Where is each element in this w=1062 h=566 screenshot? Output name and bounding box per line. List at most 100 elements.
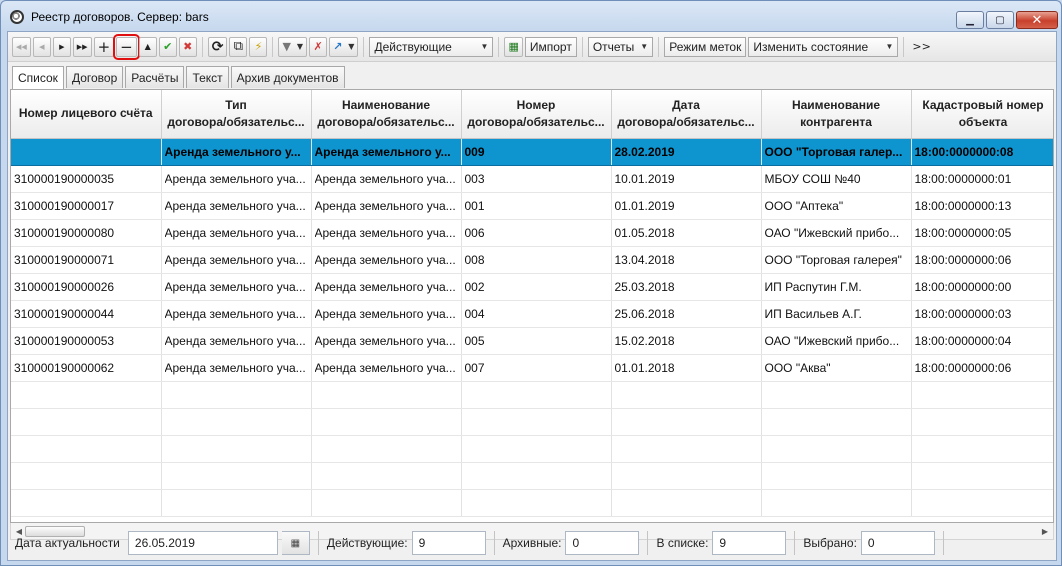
- goto-button[interactable]: ↗ ▼: [329, 36, 359, 57]
- table-cell[interactable]: 310000190000026: [11, 273, 162, 301]
- column-header[interactable]: Наименование контрагента: [761, 90, 912, 139]
- table-cell[interactable]: 18:00:0000000:00: [911, 273, 1053, 301]
- status-filter-select[interactable]: Действующие ▼: [369, 36, 494, 57]
- table-row[interactable]: 310000190000026 Аренда земельного уча... А…: [11, 273, 1053, 301]
- tab-list[interactable]: Список: [12, 66, 64, 89]
- table-cell[interactable]: Аренда земельного у...: [311, 137, 462, 166]
- table-cell[interactable]: 28.02.2019: [611, 137, 762, 166]
- table-cell[interactable]: Аренда земельного уча...: [311, 165, 462, 193]
- table-cell[interactable]: Аренда земельного уча...: [311, 273, 462, 301]
- table-cell[interactable]: 001: [461, 192, 612, 220]
- table-cell[interactable]: 18:00:0000000:06: [911, 354, 1053, 382]
- add-record-button[interactable]: +: [93, 36, 115, 57]
- table-cell[interactable]: Аренда земельного уча...: [311, 354, 462, 382]
- table-row[interactable]: 310000190000044 Аренда земельного уча... А…: [11, 300, 1053, 328]
- table-row[interactable]: 310000190000071 Аренда земельного уча... А…: [11, 246, 1053, 274]
- tab-archive[interactable]: Архив документов: [230, 66, 345, 88]
- table-cell[interactable]: ИП Распутин Г.М.: [761, 273, 912, 301]
- table-cell[interactable]: 005: [461, 327, 612, 355]
- table-cell[interactable]: 01.05.2018: [611, 219, 762, 247]
- date-field[interactable]: 26.05.2019: [127, 531, 278, 555]
- table-row[interactable]: 310000190000062 Аренда земельного уча... А…: [11, 354, 1053, 382]
- table-cell[interactable]: 003: [461, 165, 612, 193]
- column-header[interactable]: Тип договора/обязательс...: [161, 90, 312, 139]
- table-cell[interactable]: Аренда земельного уча...: [161, 165, 312, 193]
- table-cell[interactable]: 18:00:0000000:05: [911, 219, 1053, 247]
- table-cell[interactable]: 009: [461, 137, 612, 166]
- column-header[interactable]: Наименование договора/обязательс...: [311, 90, 462, 139]
- table-cell[interactable]: 310000190000017: [11, 192, 162, 220]
- table-cell[interactable]: 18:00:0000000:08: [911, 137, 1053, 166]
- table-cell[interactable]: ОАО "Ижевский прибо...: [761, 219, 912, 247]
- column-header[interactable]: Дата договора/обязательс...: [611, 90, 762, 139]
- table-cell[interactable]: 310000190000044: [11, 300, 162, 328]
- apply-button[interactable]: ✔: [158, 36, 177, 57]
- table-cell[interactable]: 18:00:0000000:03: [911, 300, 1053, 328]
- column-header[interactable]: Номер лицевого счёта: [11, 90, 162, 139]
- table-cell[interactable]: 310000190000080: [11, 219, 162, 247]
- import-icon-button[interactable]: ▦: [504, 36, 523, 57]
- table-cell[interactable]: 008: [461, 246, 612, 274]
- table-cell[interactable]: 25.03.2018: [611, 273, 762, 301]
- table-row[interactable]: 310000190000035 Аренда земельного уча... А…: [11, 165, 1053, 193]
- table-cell[interactable]: Аренда земельного уча...: [161, 354, 312, 382]
- table-cell[interactable]: Аренда земельного уча...: [311, 192, 462, 220]
- table-row[interactable]: Аренда земельного у... Аренда земельного …: [11, 137, 1053, 166]
- close-button[interactable]: ✕: [1016, 11, 1058, 29]
- table-row[interactable]: 310000190000053 Аренда земельного уча... А…: [11, 327, 1053, 355]
- refresh-button[interactable]: ⟳: [207, 36, 228, 57]
- tag-mode-button[interactable]: Режим меток: [664, 36, 747, 57]
- table-cell[interactable]: 01.01.2018: [611, 354, 762, 382]
- table-cell[interactable]: 310000190000053: [11, 327, 162, 355]
- table-cell[interactable]: Аренда земельного уча...: [311, 219, 462, 247]
- table-cell[interactable]: Аренда земельного уча...: [311, 246, 462, 274]
- table-cell[interactable]: Аренда земельного уча...: [161, 246, 312, 274]
- table-cell[interactable]: Аренда земельного уча...: [161, 273, 312, 301]
- maximize-button[interactable]: ▢: [986, 11, 1014, 29]
- table-cell[interactable]: 002: [461, 273, 612, 301]
- table-row[interactable]: 310000190000017 Аренда земельного уча... А…: [11, 192, 1053, 220]
- delete-record-button[interactable]: −: [113, 33, 140, 60]
- copy-button[interactable]: ⧉: [229, 36, 248, 57]
- table-cell[interactable]: Аренда земельного уча...: [161, 192, 312, 220]
- export-button[interactable]: ⚡: [249, 36, 268, 57]
- table-cell[interactable]: 006: [461, 219, 612, 247]
- table-cell[interactable]: 310000190000035: [11, 165, 162, 193]
- table-cell[interactable]: Аренда земельного уча...: [161, 219, 312, 247]
- tab-text[interactable]: Текст: [186, 66, 229, 88]
- table-cell[interactable]: ООО "Торговая галер...: [761, 137, 912, 166]
- table-cell[interactable]: Аренда земельного уча...: [161, 300, 312, 328]
- table-cell[interactable]: 18:00:0000000:13: [911, 192, 1053, 220]
- move-up-button[interactable]: ▲: [138, 36, 157, 57]
- last-record-button[interactable]: ▶▶: [72, 36, 92, 57]
- title-bar[interactable]: Реестр договоров. Сервер: bars ▁ ▢ ✕: [1, 1, 1061, 31]
- minimize-button[interactable]: ▁: [956, 11, 984, 29]
- change-state-menu[interactable]: Изменить состояние ▼: [748, 36, 899, 57]
- column-header[interactable]: Номер договора/обязательс...: [461, 90, 612, 139]
- table-cell[interactable]: 13.04.2018: [611, 246, 762, 274]
- filter-button[interactable]: ▼ ▼: [278, 36, 308, 57]
- table-cell[interactable]: Аренда земельного уча...: [161, 327, 312, 355]
- column-header[interactable]: Кадастровый номер объекта: [911, 90, 1053, 139]
- table-cell[interactable]: ООО "Торговая галерея": [761, 246, 912, 274]
- table-cell[interactable]: ИП Васильев А.Г.: [761, 300, 912, 328]
- calendar-button[interactable]: ▦: [281, 531, 310, 555]
- table-cell[interactable]: [11, 137, 162, 166]
- table-row[interactable]: 310000190000080 Аренда земельного уча... А…: [11, 219, 1053, 247]
- table-cell[interactable]: ООО "Аптека": [761, 192, 912, 220]
- clear-filter-button[interactable]: ✗: [309, 36, 328, 57]
- table-cell[interactable]: 25.06.2018: [611, 300, 762, 328]
- tab-contract[interactable]: Договор: [65, 66, 124, 88]
- table-cell[interactable]: 18:00:0000000:01: [911, 165, 1053, 193]
- reports-menu[interactable]: Отчеты ▼: [587, 36, 654, 57]
- first-record-button[interactable]: ◀◀: [12, 36, 31, 57]
- next-record-button[interactable]: ▶: [52, 36, 71, 57]
- table-cell[interactable]: 10.01.2019: [611, 165, 762, 193]
- overflow-button[interactable]: >>: [909, 37, 933, 57]
- table-cell[interactable]: 310000190000062: [11, 354, 162, 382]
- table-cell[interactable]: Аренда земельного уча...: [311, 300, 462, 328]
- table-cell[interactable]: 01.01.2019: [611, 192, 762, 220]
- table-cell[interactable]: 004: [461, 300, 612, 328]
- table-cell[interactable]: Аренда земельного уча...: [311, 327, 462, 355]
- table-cell[interactable]: 18:00:0000000:04: [911, 327, 1053, 355]
